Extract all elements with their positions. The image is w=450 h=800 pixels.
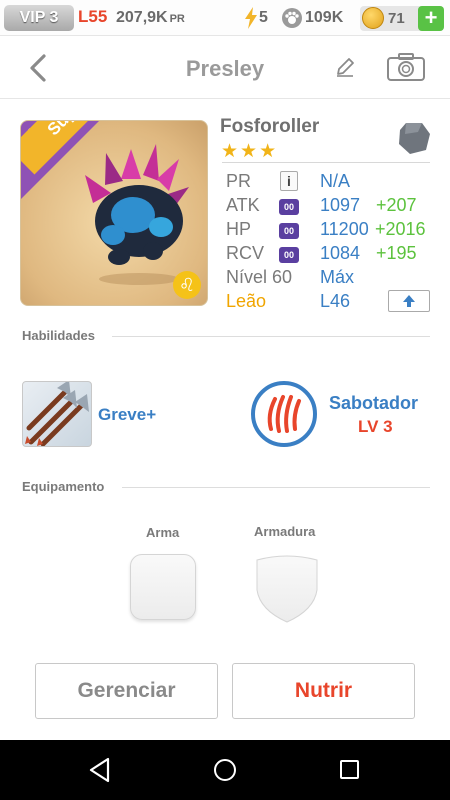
stat-label: RCV [226, 243, 265, 263]
equipment-heading: Equipamento [22, 479, 105, 494]
star-rating: ★★★ [221, 141, 279, 162]
ability-greve-label[interactable]: Greve+ [98, 405, 156, 425]
arrow-up-icon [403, 295, 415, 307]
monster-portrait[interactable]: R Super ♌ [20, 120, 208, 306]
stat-level-icon: 00 [279, 199, 299, 215]
upgrade-button[interactable] [388, 290, 430, 312]
stat-bonus: +2016 [375, 219, 426, 239]
zodiac-leo-icon: ♌ [173, 271, 201, 299]
lightning-icon [245, 7, 257, 29]
stat-row-pr: PR i N/A [226, 171, 436, 195]
paw-icon [282, 8, 302, 28]
stat-label: Nível 60 [226, 267, 293, 287]
stat-row-rcv: RCV 00 1084 +195 [226, 243, 436, 267]
claw-icon-art [267, 395, 301, 433]
monster-name: Fosforoller [220, 116, 320, 137]
gold-count: 71 [388, 10, 405, 27]
gold-box: 71 + [360, 6, 444, 31]
stat-label: PR [226, 171, 252, 191]
nav-recent-icon[interactable] [340, 760, 359, 779]
stat-row-level: Nível 60 Máx [226, 267, 436, 291]
camera-icon[interactable] [387, 52, 425, 82]
power-unit: PR [169, 13, 185, 25]
stat-value: 1084 [320, 243, 361, 263]
abilities-heading: Habilidades [22, 328, 95, 343]
page-title: Presley [185, 56, 265, 81]
claw-icon[interactable] [251, 381, 317, 447]
manage-button[interactable]: Gerenciar [35, 663, 218, 719]
armor-label: Armadura [254, 524, 316, 539]
ability-level: LV 3 [358, 417, 393, 436]
feed-button[interactable]: Nutrir [232, 663, 415, 719]
abilities-divider [112, 336, 430, 337]
arrows-icon-art [25, 382, 89, 446]
stat-bonus: +207 [376, 195, 417, 215]
nav-back-icon[interactable] [88, 757, 112, 783]
resource-bar: VIP 3 L55 207,9K PR 5 109K 71 + [0, 0, 450, 36]
stat-value: L46 [320, 291, 351, 311]
app-screen: VIP 3 L55 207,9KPR 5 109K 71 + Presley [0, 0, 450, 800]
stat-row-atk: ATK 00 1097 +207 [226, 195, 436, 219]
stat-row-sign: Leão L46 [226, 290, 436, 315]
page-header: Presley [0, 37, 450, 99]
pencil-icon[interactable] [334, 56, 356, 78]
stat-level-icon: 00 [279, 247, 299, 263]
nav-home-icon[interactable] [214, 759, 236, 781]
stat-value: Máx [320, 267, 355, 287]
arrows-icon[interactable] [22, 381, 92, 447]
stat-bonus: +195 [376, 243, 417, 263]
power-rating: 207,9K PR [116, 9, 185, 27]
coin-icon [362, 7, 384, 29]
name-divider [222, 162, 430, 163]
vip-badge[interactable]: VIP 3 [4, 5, 74, 31]
player-level: L55 [78, 7, 108, 26]
stat-value: 11200 [320, 219, 369, 239]
weapon-slot[interactable] [130, 554, 196, 620]
stat-label: HP [226, 219, 252, 239]
energy-count: 5 [259, 9, 268, 26]
ability-sabotador-label[interactable]: Sabotador [329, 393, 418, 414]
stat-label: Leão [226, 291, 267, 311]
stat-row-hp: HP 00 11200 +2016 [226, 219, 436, 243]
add-gold-button[interactable]: + [418, 6, 444, 31]
system-nav-bar [0, 740, 450, 800]
food-count: 109K [305, 9, 344, 26]
stat-value: 1097 [320, 195, 361, 215]
stat-level-icon: 00 [279, 223, 299, 239]
stat-value: N/A [320, 171, 351, 191]
weapon-label: Arma [146, 525, 180, 540]
info-icon[interactable]: i [280, 171, 298, 191]
rock-element-icon [399, 123, 430, 154]
armor-slot[interactable] [254, 554, 320, 624]
equipment-divider [122, 487, 430, 488]
power-value: 207,9K [116, 9, 168, 26]
stat-label: ATK [226, 195, 260, 215]
